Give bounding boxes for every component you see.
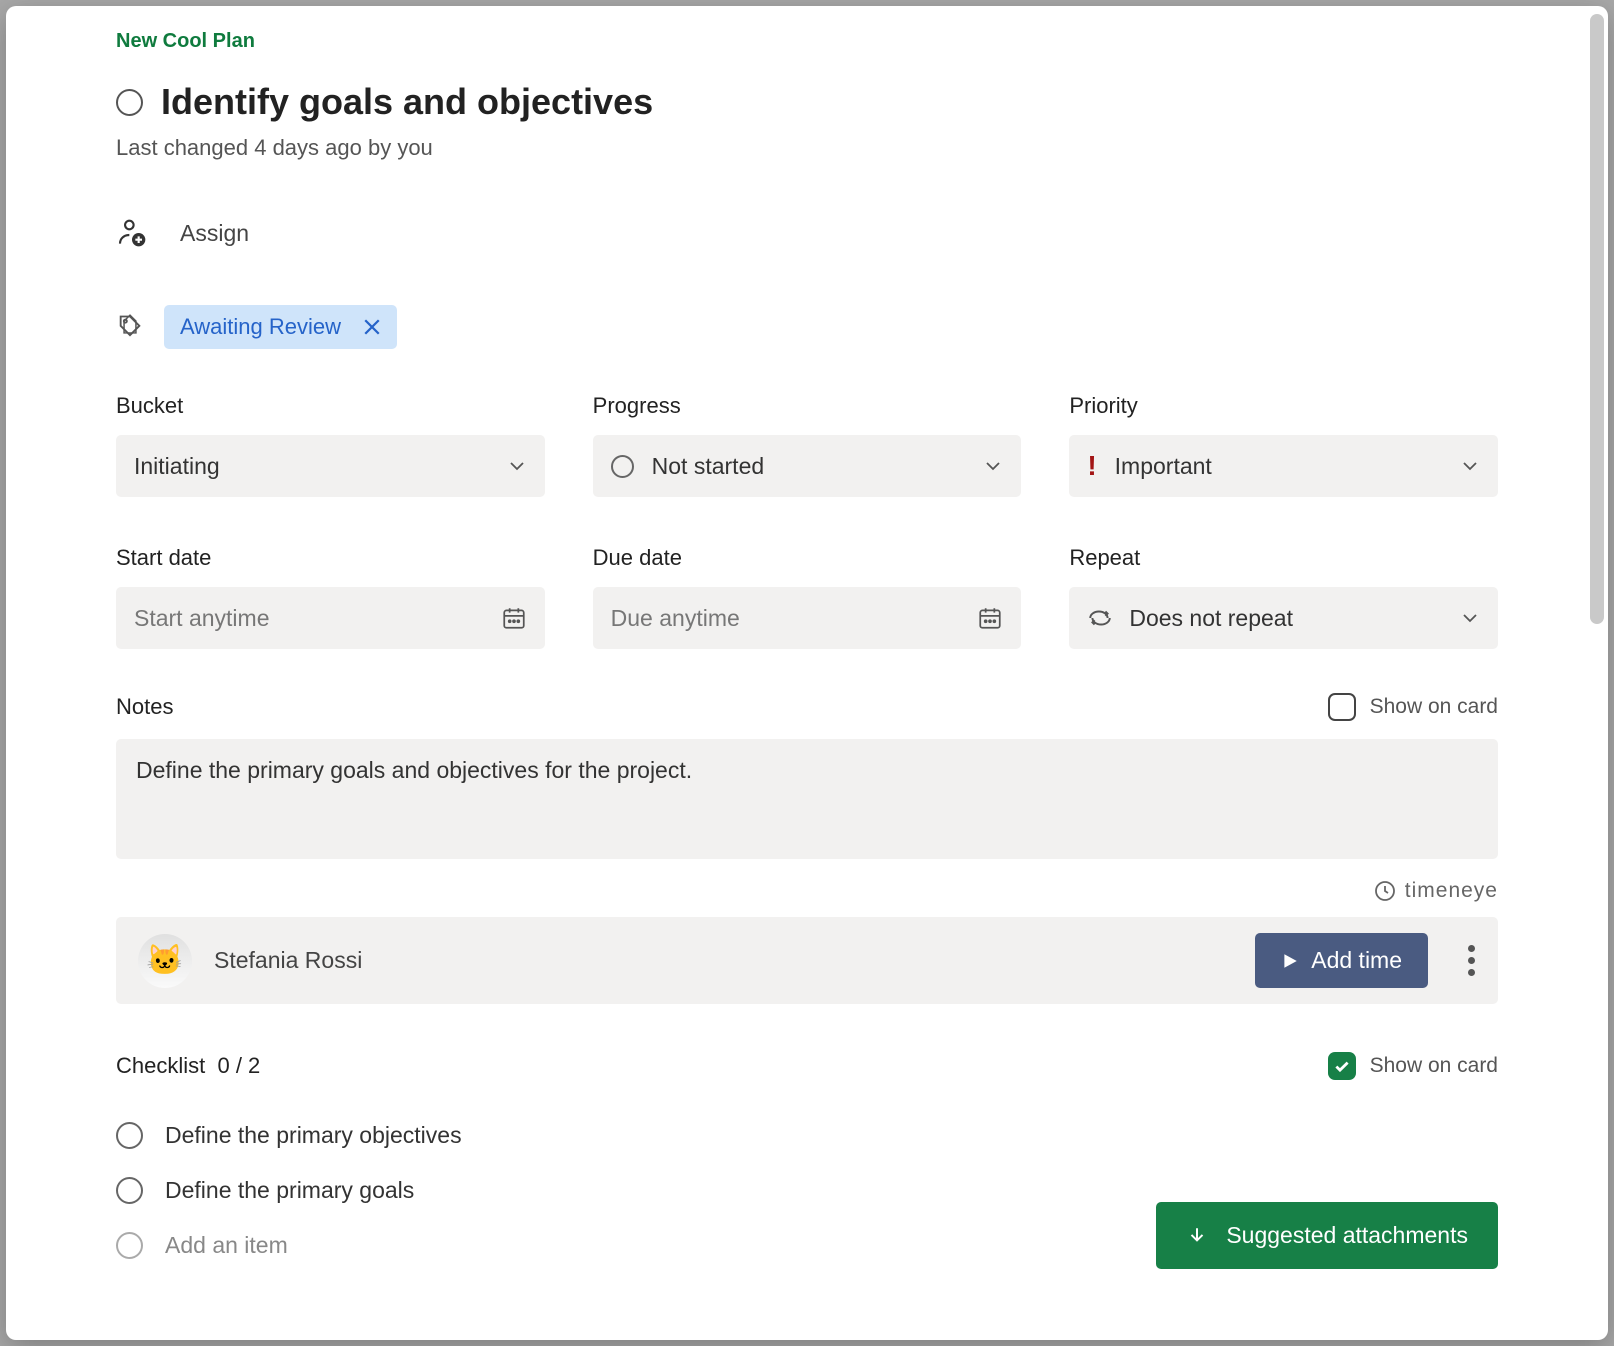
task-complete-toggle[interactable] xyxy=(116,89,143,116)
user-avatar: 🐱 xyxy=(138,934,192,988)
start-date-label: Start date xyxy=(116,545,545,571)
bucket-value: Initiating xyxy=(134,453,220,480)
assign-button[interactable]: Assign xyxy=(116,217,1498,249)
add-time-button[interactable]: Add time xyxy=(1255,933,1428,988)
repeat-value: Does not repeat xyxy=(1129,605,1293,632)
suggested-attachments-label: Suggested attachments xyxy=(1226,1222,1468,1249)
due-date-label: Due date xyxy=(593,545,1022,571)
due-date-input[interactable]: Due anytime xyxy=(593,587,1022,649)
due-date-placeholder: Due anytime xyxy=(611,605,740,632)
due-date-field: Due date Due anytime xyxy=(593,545,1022,649)
tag-awaiting-review[interactable]: Awaiting Review xyxy=(164,305,397,349)
bucket-field: Bucket Initiating xyxy=(116,393,545,497)
priority-label: Priority xyxy=(1069,393,1498,419)
priority-important-icon: ! xyxy=(1087,450,1096,482)
checklist-show-on-card-label: Show on card xyxy=(1370,1054,1498,1078)
scrollbar-thumb[interactable] xyxy=(1590,14,1604,624)
remove-tag-icon[interactable] xyxy=(363,318,381,336)
checklist-show-on-card-checkbox[interactable] xyxy=(1328,1052,1356,1080)
start-date-placeholder: Start anytime xyxy=(134,605,270,632)
chevron-down-icon xyxy=(1460,456,1480,476)
repeat-icon xyxy=(1087,607,1113,629)
checklist-item-toggle[interactable] xyxy=(116,1122,143,1149)
tag-icon xyxy=(116,313,144,341)
user-name: Stefania Rossi xyxy=(214,947,362,974)
notes-show-on-card-label: Show on card xyxy=(1370,695,1498,719)
plan-link[interactable]: New Cool Plan xyxy=(116,30,255,53)
timeneye-brand: timeneye xyxy=(116,879,1498,903)
notes-textarea[interactable]: Define the primary goals and objectives … xyxy=(116,739,1498,859)
notes-label: Notes xyxy=(116,694,173,720)
check-icon xyxy=(1333,1057,1351,1075)
timeneye-user-bar: 🐱 Stefania Rossi Add time xyxy=(116,917,1498,1004)
checklist-add-placeholder: Add an item xyxy=(165,1232,288,1259)
progress-select[interactable]: Not started xyxy=(593,435,1022,497)
chevron-down-icon xyxy=(507,456,527,476)
task-title[interactable]: Identify goals and objectives xyxy=(161,81,653,123)
bucket-select[interactable]: Initiating xyxy=(116,435,545,497)
modal-scroll[interactable]: New Cool Plan Identify goals and objecti… xyxy=(6,6,1608,1340)
last-changed-text: Last changed 4 days ago by you xyxy=(116,135,1498,161)
timeneye-brand-text: timeneye xyxy=(1405,879,1498,903)
play-icon xyxy=(1281,952,1299,970)
checklist-label: Checklist 0 / 2 xyxy=(116,1053,260,1079)
priority-select[interactable]: ! Important xyxy=(1069,435,1498,497)
calendar-icon xyxy=(501,605,527,631)
checklist-item[interactable]: Define the primary objectives xyxy=(116,1108,1498,1163)
progress-label: Progress xyxy=(593,393,1022,419)
timeneye-icon xyxy=(1373,879,1397,903)
task-detail-modal: New Cool Plan Identify goals and objecti… xyxy=(6,6,1608,1340)
chevron-down-icon xyxy=(983,456,1003,476)
download-icon xyxy=(1186,1225,1208,1247)
add-time-label: Add time xyxy=(1311,947,1402,974)
notes-show-on-card-checkbox[interactable] xyxy=(1328,693,1356,721)
more-options-button[interactable] xyxy=(1468,945,1476,976)
priority-field: Priority ! Important xyxy=(1069,393,1498,497)
assign-icon xyxy=(116,217,148,249)
calendar-icon xyxy=(977,605,1003,631)
start-date-field: Start date Start anytime xyxy=(116,545,545,649)
bucket-label: Bucket xyxy=(116,393,545,419)
chevron-down-icon xyxy=(1460,608,1480,628)
repeat-label: Repeat xyxy=(1069,545,1498,571)
assign-label: Assign xyxy=(180,220,249,247)
start-date-input[interactable]: Start anytime xyxy=(116,587,545,649)
priority-value: Important xyxy=(1115,453,1212,480)
repeat-select[interactable]: Does not repeat xyxy=(1069,587,1498,649)
checklist-item-text: Define the primary objectives xyxy=(165,1122,462,1149)
progress-value: Not started xyxy=(652,453,765,480)
tag-label: Awaiting Review xyxy=(180,314,341,340)
repeat-field: Repeat Does not repeat xyxy=(1069,545,1498,649)
progress-status-icon xyxy=(611,455,634,478)
suggested-attachments-button[interactable]: Suggested attachments xyxy=(1156,1202,1498,1269)
checklist-item-toggle xyxy=(116,1232,143,1259)
checklist-item-text: Define the primary goals xyxy=(165,1177,414,1204)
progress-field: Progress Not started xyxy=(593,393,1022,497)
checklist-item-toggle[interactable] xyxy=(116,1177,143,1204)
